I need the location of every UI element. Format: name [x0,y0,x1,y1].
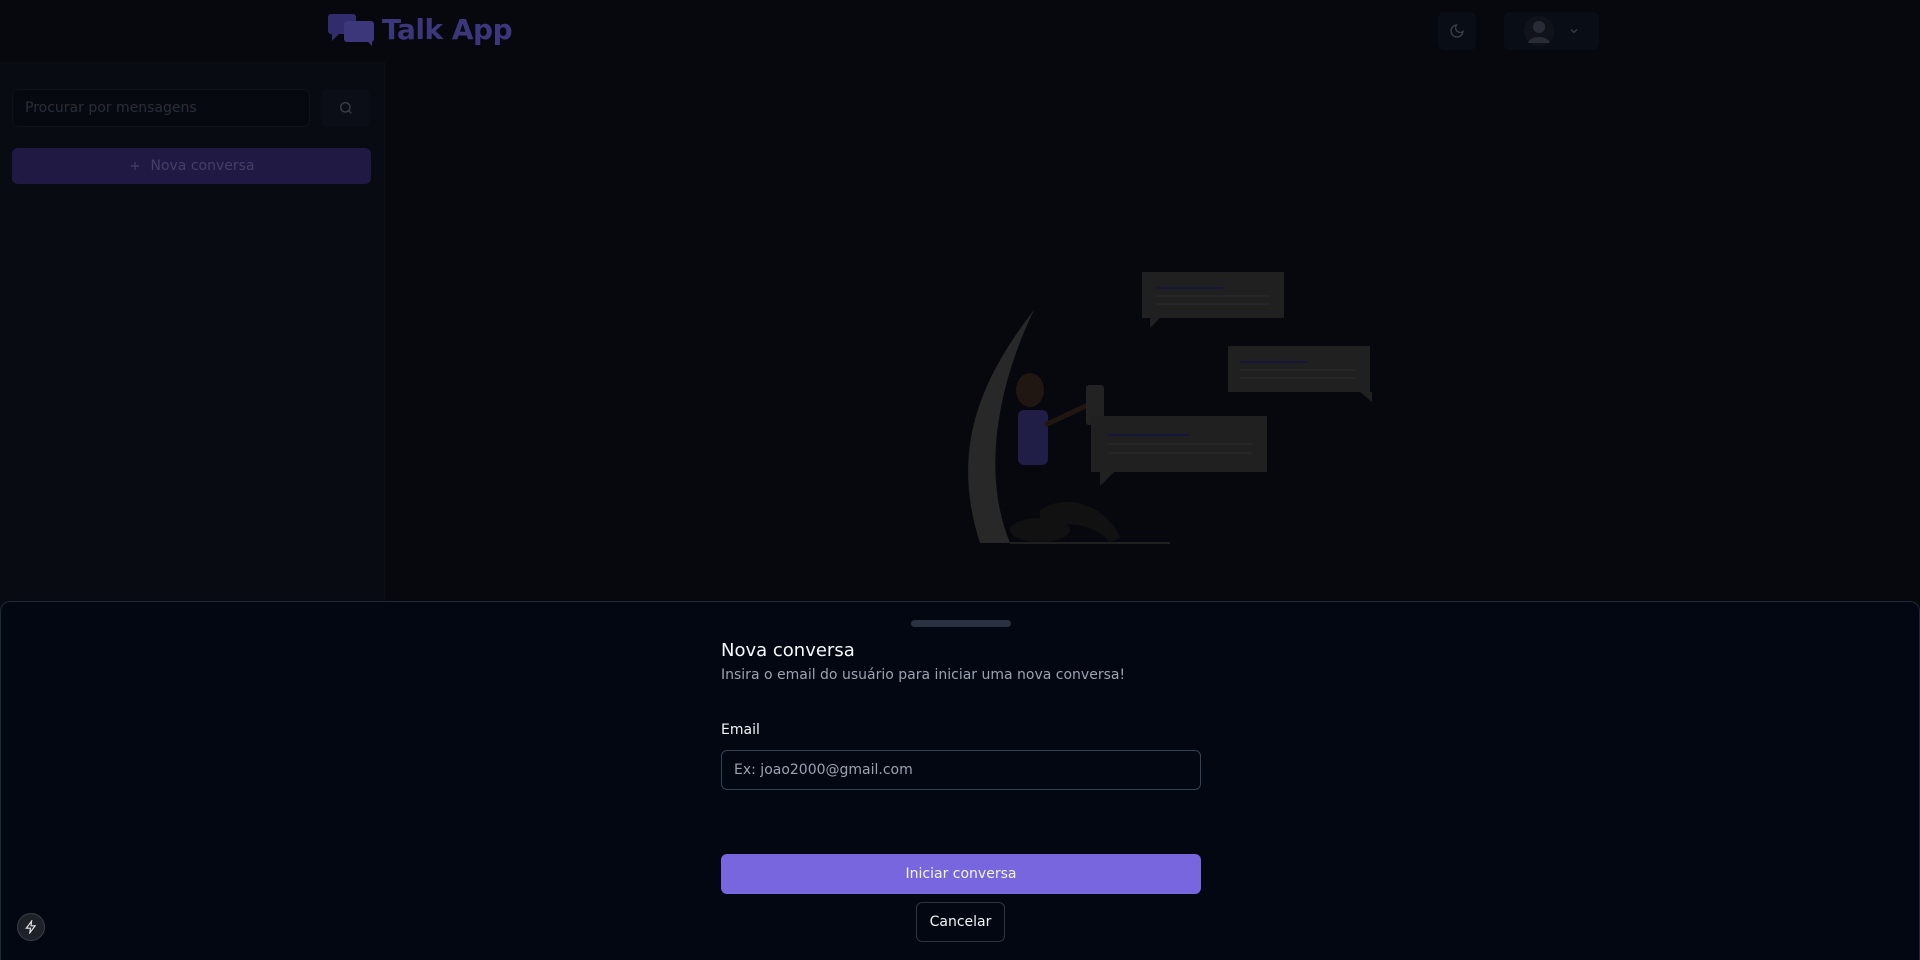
new-chat-drawer: Nova conversa Insira o email do usuário … [0,601,1920,960]
lightning-bolt-icon [25,920,37,934]
drawer-handle[interactable] [911,620,1011,627]
devtools-button[interactable] [17,913,45,941]
start-chat-button[interactable]: Iniciar conversa [721,854,1201,894]
email-field[interactable] [721,750,1201,790]
drawer-title: Nova conversa [721,640,855,661]
email-label: Email [721,722,760,738]
cancel-button[interactable]: Cancelar [916,902,1005,942]
drawer-description: Insira o email do usuário para iniciar u… [721,667,1126,683]
